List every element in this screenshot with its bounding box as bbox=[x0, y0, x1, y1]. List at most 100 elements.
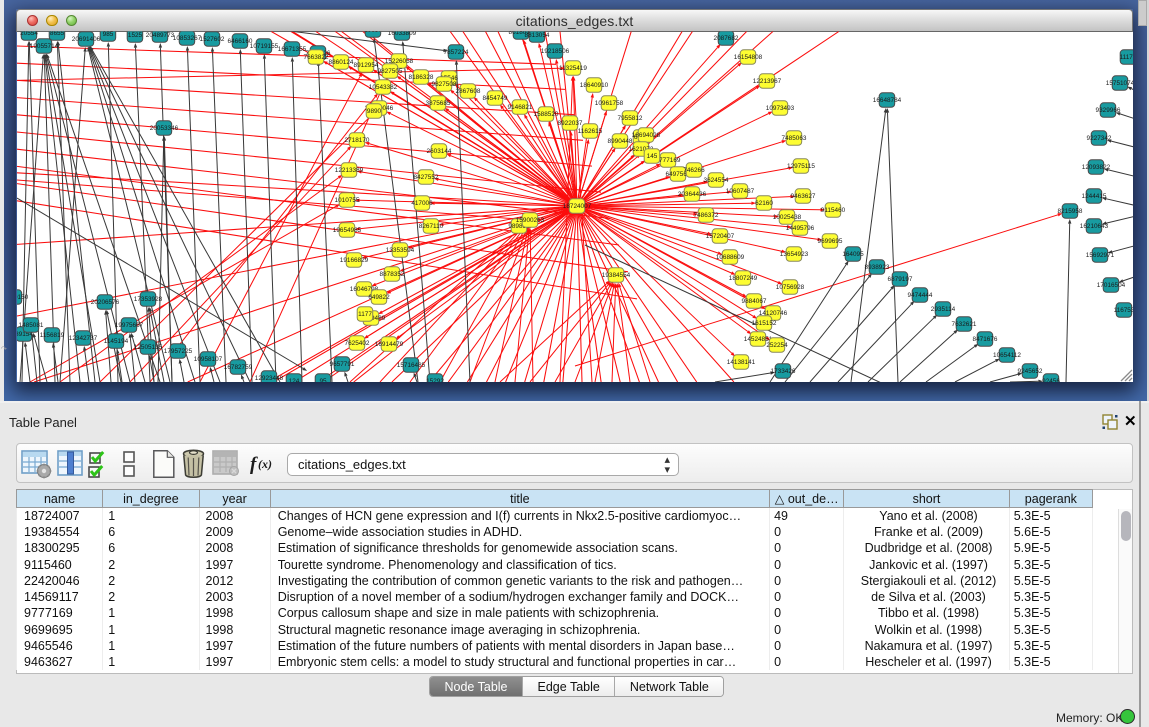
svg-text:3624554: 3624554 bbox=[704, 177, 729, 184]
svg-text:18807249: 18807249 bbox=[729, 275, 758, 282]
svg-text:95: 95 bbox=[319, 378, 327, 385]
svg-text:16033809: 16033809 bbox=[388, 30, 417, 37]
svg-text:18694028: 18694028 bbox=[632, 132, 661, 139]
svg-text:15900263: 15900263 bbox=[516, 217, 545, 224]
svg-text:12923448: 12923448 bbox=[255, 375, 284, 382]
svg-text:12975115: 12975115 bbox=[787, 163, 815, 170]
svg-text:7632621: 7632621 bbox=[952, 321, 977, 328]
svg-text:116753: 116753 bbox=[1114, 307, 1135, 314]
svg-text:8922037: 8922037 bbox=[558, 120, 583, 127]
svg-text:20489773: 20489773 bbox=[146, 32, 175, 39]
svg-text:19384554: 19384554 bbox=[602, 272, 631, 279]
svg-text:1733426: 1733426 bbox=[771, 368, 796, 375]
svg-text:985: 985 bbox=[103, 31, 114, 38]
svg-text:746266: 746266 bbox=[683, 167, 705, 174]
svg-text:10654112: 10654112 bbox=[993, 352, 1021, 359]
svg-text:1010755: 1010755 bbox=[335, 197, 360, 204]
svg-text:10688609: 10688609 bbox=[716, 254, 745, 261]
svg-text:9827508: 9827508 bbox=[432, 81, 457, 88]
svg-text:9827505: 9827505 bbox=[378, 68, 403, 75]
svg-text:8267110: 8267110 bbox=[419, 223, 444, 230]
svg-text:9146821: 9146821 bbox=[508, 104, 533, 111]
svg-text:15716485: 15716485 bbox=[397, 362, 426, 369]
svg-text:1615152: 1615152 bbox=[752, 320, 777, 327]
svg-text:8427552: 8427552 bbox=[414, 174, 439, 181]
svg-text:8454749: 8454749 bbox=[483, 95, 508, 102]
svg-text:7625402: 7625402 bbox=[345, 340, 370, 347]
svg-text:14495796: 14495796 bbox=[786, 225, 815, 232]
svg-text:10719155: 10719155 bbox=[250, 43, 279, 50]
svg-text:164095: 164095 bbox=[842, 251, 864, 258]
svg-text:12213967: 12213967 bbox=[753, 78, 782, 85]
svg-text:20053346: 20053346 bbox=[150, 125, 179, 132]
svg-text:15720407: 15720407 bbox=[706, 233, 735, 240]
svg-text:10961758: 10961758 bbox=[595, 100, 624, 107]
svg-text:9699695: 9699695 bbox=[818, 238, 843, 245]
svg-text:10607487: 10607487 bbox=[726, 188, 755, 195]
svg-text:8813054: 8813054 bbox=[525, 32, 550, 39]
svg-text:10958107: 10958107 bbox=[194, 356, 223, 363]
svg-text:8186328: 8186328 bbox=[409, 74, 434, 81]
svg-text:10543382: 10543382 bbox=[369, 84, 398, 91]
svg-text:18640910: 18640910 bbox=[580, 82, 609, 89]
svg-text:10973493: 10973493 bbox=[766, 105, 795, 112]
svg-text:9329966: 9329966 bbox=[1096, 107, 1121, 114]
svg-text:10756928: 10756928 bbox=[776, 284, 805, 291]
svg-text:7663822: 7663822 bbox=[304, 54, 329, 61]
svg-text:13353594: 13353594 bbox=[386, 247, 415, 254]
svg-text:12213389: 12213389 bbox=[335, 167, 364, 174]
svg-text:8938923: 8938923 bbox=[865, 264, 890, 271]
svg-text:13654923: 13654923 bbox=[780, 251, 809, 258]
svg-text:17957225: 17957225 bbox=[164, 348, 193, 355]
svg-text:17353928: 17353928 bbox=[134, 296, 163, 303]
svg-text:8471676: 8471676 bbox=[973, 336, 998, 343]
svg-text:9227342: 9227342 bbox=[1087, 135, 1112, 142]
svg-text:8878352: 8878352 bbox=[380, 271, 405, 278]
svg-text:19055714: 19055714 bbox=[30, 43, 59, 50]
svg-text:124: 124 bbox=[289, 378, 300, 385]
svg-text:7486372: 7486372 bbox=[694, 212, 719, 219]
svg-text:6879197: 6879197 bbox=[888, 276, 913, 283]
svg-text:15751074: 15751074 bbox=[1106, 80, 1135, 87]
svg-text:20206576: 20206576 bbox=[91, 299, 120, 306]
svg-text:8860124: 8860124 bbox=[329, 59, 354, 66]
svg-text:9657791: 9657791 bbox=[330, 361, 355, 368]
svg-text:10025438: 10025438 bbox=[773, 214, 802, 221]
svg-text:f: f bbox=[250, 454, 258, 475]
svg-text:8990448: 8990448 bbox=[608, 138, 633, 145]
svg-text:7485063: 7485063 bbox=[782, 135, 807, 142]
svg-text:417006: 417006 bbox=[411, 200, 433, 207]
svg-text:2867608: 2867608 bbox=[456, 88, 481, 95]
svg-text:14138141: 14138141 bbox=[727, 359, 756, 366]
svg-text:7857224: 7857224 bbox=[444, 49, 469, 56]
svg-text:11171: 11171 bbox=[1120, 54, 1137, 61]
svg-text:19637: 19637 bbox=[364, 27, 382, 34]
svg-text:16671355: 16671355 bbox=[278, 46, 307, 53]
svg-text:1177: 1177 bbox=[358, 311, 372, 318]
svg-text:19654985: 19654985 bbox=[333, 227, 362, 234]
svg-text:92456: 92456 bbox=[1042, 378, 1060, 385]
svg-text:20691406: 20691406 bbox=[72, 36, 101, 43]
svg-text:12342737: 12342737 bbox=[69, 335, 98, 342]
svg-text:2603144: 2603144 bbox=[427, 148, 452, 155]
svg-text:2087682: 2087682 bbox=[714, 35, 739, 42]
svg-text:15292: 15292 bbox=[426, 378, 444, 385]
svg-text:20364436: 20364436 bbox=[678, 191, 707, 198]
svg-text:1145194: 1145194 bbox=[104, 338, 129, 345]
svg-text:15692971: 15692971 bbox=[1086, 252, 1115, 259]
svg-text:3875685: 3875685 bbox=[426, 100, 451, 107]
svg-text:9884067: 9884067 bbox=[742, 298, 767, 305]
svg-text:8215958: 8215958 bbox=[1058, 208, 1083, 215]
svg-text:26160150: 26160150 bbox=[0, 294, 29, 301]
svg-text:19218506: 19218506 bbox=[541, 48, 570, 55]
svg-text:16914479: 16914479 bbox=[375, 341, 404, 348]
svg-text:2718170: 2718170 bbox=[345, 137, 370, 144]
svg-text:18724007: 18724007 bbox=[563, 203, 592, 210]
svg-text:9115460: 9115460 bbox=[821, 207, 846, 214]
svg-text:9245652: 9245652 bbox=[1018, 368, 1043, 375]
svg-text:8655: 8655 bbox=[50, 30, 65, 37]
svg-text:1527602: 1527602 bbox=[200, 36, 225, 43]
svg-text:19166829: 19166829 bbox=[340, 257, 369, 264]
svg-text:(x): (x) bbox=[258, 457, 272, 471]
svg-text:19975667: 19975667 bbox=[115, 322, 144, 329]
